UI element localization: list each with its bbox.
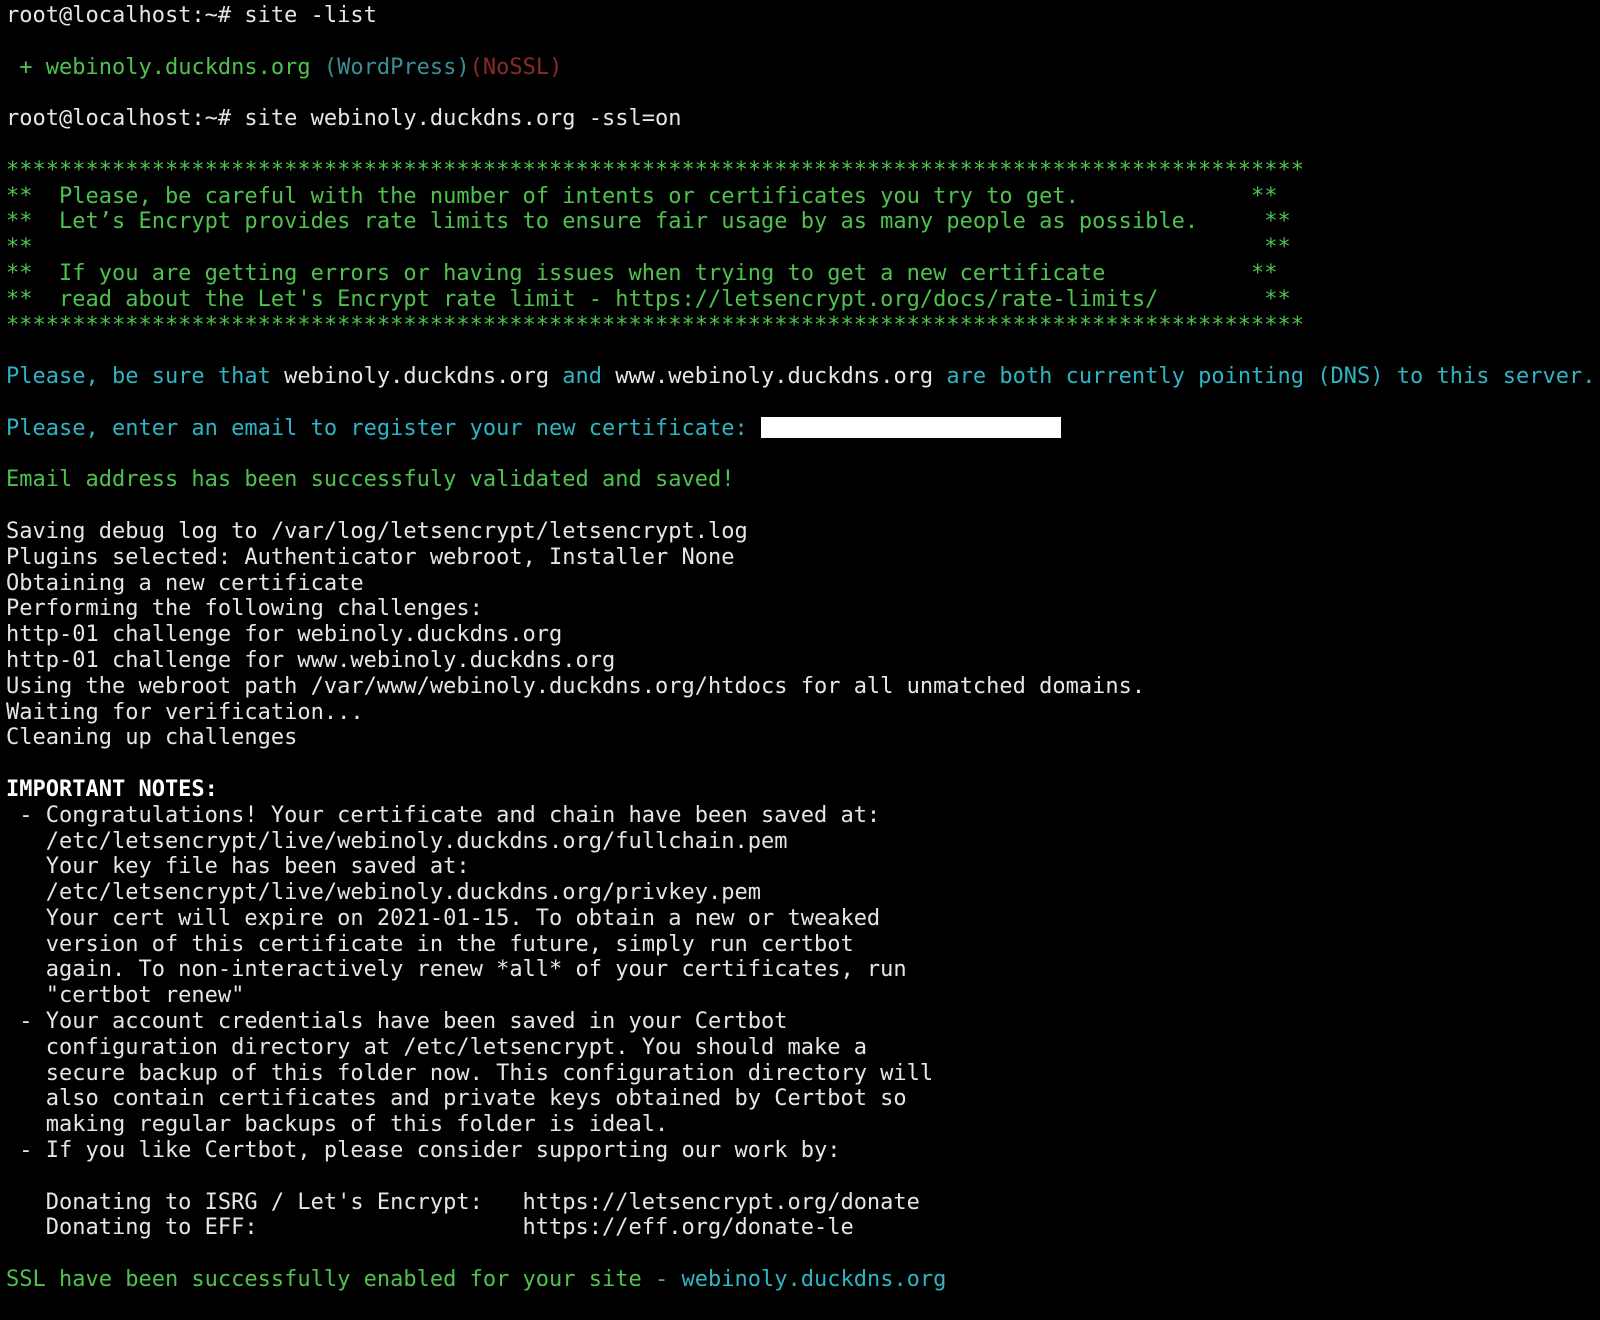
important-note-line: making regular backups of this folder is… [6,1112,669,1138]
certbot-log-line: http-01 challenge for www.webinoly.duckd… [6,647,616,673]
certbot-log-line: Cleaning up challenges [6,725,298,751]
important-note-line: - Your account credentials have been sav… [6,1009,788,1035]
dns-notice-text: are both currently pointing (DNS) to thi… [933,364,1596,390]
important-note-line: - If you like Certbot, please consider s… [6,1138,841,1164]
notice-line: ** ** [6,235,1291,261]
donate-line-isrg: Donating to ISRG / Let's Encrypt: https:… [6,1189,920,1215]
important-note-line: configuration directory at /etc/letsencr… [6,1034,867,1060]
notice-line: ** Let’s Encrypt provides rate limits to… [6,209,1291,235]
email-prompt: Please, enter an email to register your … [6,415,761,441]
dns-notice-text: Please, be sure that [6,364,285,390]
important-note-line: secure backup of this folder now. This c… [6,1060,934,1086]
email-validated-message: Email address has been successfuly valid… [6,467,735,493]
notice-line: ** Please, be careful with the number of… [6,183,1278,209]
important-notes-heading: IMPORTANT NOTES: [6,776,218,802]
terminal-output[interactable]: root@localhost:~# site -list + webinoly.… [6,3,1596,1293]
notice-line: ** If you are getting errors or having i… [6,260,1278,286]
notice-line: ** read about the Let's Encrypt rate lim… [6,286,1291,312]
site-bullet: + [19,54,33,80]
important-note-line: Your key file has been saved at: [6,854,470,880]
important-note-line: Your cert will expire on 2021-01-15. To … [6,905,881,931]
dns-domain: webinoly.duckdns.org [284,364,550,390]
notice-border-bottom: ****************************************… [6,312,1305,338]
donate-line-eff: Donating to EFF: https://eff.org/donate-… [6,1215,854,1241]
ssl-success-message: SSL have been successfully enabled for y… [6,1267,682,1293]
ssl-success-line: SSL have been successfully enabled for y… [6,1267,1594,1293]
shell-prompt: root@localhost:~# [6,3,232,28]
certbot-log-line: Plugins selected: Authenticator webroot,… [6,544,735,570]
dns-domain-www: www.webinoly.duckdns.org [615,364,934,390]
site-list-entry: + webinoly.duckdns.org (WordPress)(NoSSL… [6,55,1594,81]
certbot-log-line: Obtaining a new certificate [6,570,364,596]
site-ssl-badge: (NoSSL) [469,54,563,80]
important-note-line: version of this certificate in the futur… [6,931,854,957]
command-line-ssl-on: root@localhost:~# site webinoly.duckdns.… [6,106,1594,132]
certbot-log-line: Waiting for verification... [6,699,364,725]
important-note-line: /etc/letsencrypt/live/webinoly.duckdns.o… [6,880,761,906]
redacted-email-input[interactable] [760,416,1061,438]
email-prompt-line: Please, enter an email to register your … [6,416,1594,442]
site-type-badge: (WordPress) [323,54,470,80]
command-line-site-list: root@localhost:~# site -list [6,3,1594,29]
dns-notice: Please, be sure that webinoly.duckdns.or… [6,364,1596,390]
important-note-line [6,1164,1594,1190]
shell-prompt: root@localhost:~# [6,106,232,132]
ssl-success-domain: webinoly.duckdns.org [681,1267,947,1293]
dns-notice-text: and [549,364,616,390]
certbot-log-line: Saving debug log to /var/log/letsencrypt… [6,518,748,544]
important-note-line: - Congratulations! Your certificate and … [6,802,881,828]
certbot-log-line: http-01 challenge for webinoly.duckdns.o… [6,622,563,648]
certbot-log-line: Using the webroot path /var/www/webinoly… [6,673,1146,699]
important-note-line: "certbot renew" [6,983,245,1009]
site-domain: webinoly.duckdns.org [45,54,311,80]
command-text: site -list [244,3,377,28]
important-note-line: /etc/letsencrypt/live/webinoly.duckdns.o… [6,828,788,854]
command-text: site webinoly.duckdns.org -ssl=on [244,106,682,132]
important-note-line: again. To non-interactively renew *all* … [6,957,907,983]
certbot-log-line: Performing the following challenges: [6,596,483,622]
important-note-line: also contain certificates and private ke… [6,1086,907,1112]
notice-border-top: ****************************************… [6,157,1305,183]
